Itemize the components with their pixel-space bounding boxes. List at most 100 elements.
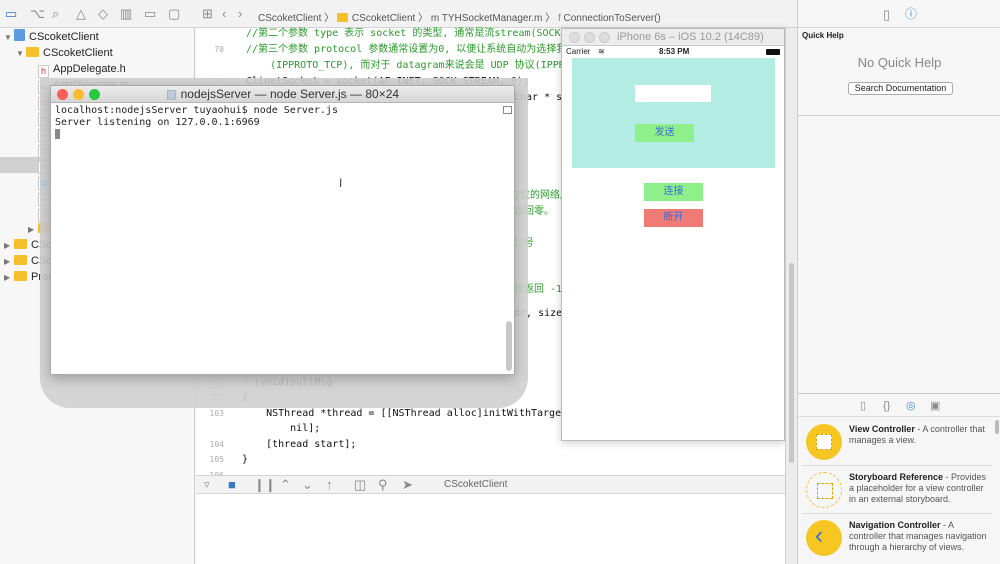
disclosure-icon[interactable]: ▶ [4,238,14,254]
step-out-icon[interactable]: ↑ [326,477,333,493]
step-over-icon[interactable]: ⌃ [280,477,291,493]
debug-bar: ▿ ■ ❙❙ ⌃ ⌄ ↑ ◫ ⚲ ➤ CScoketClient [196,475,797,494]
step-in-icon[interactable]: ⌄ [302,477,313,493]
search-documentation-button[interactable]: Search Documentation [848,82,953,95]
minimize-button[interactable] [73,89,84,100]
battery-icon [766,49,780,55]
terminal-line: localhost:nodejsServer tuyaohui$ node Se… [51,105,514,117]
view-debugger-icon[interactable]: ◫ [354,477,366,493]
message-input[interactable] [635,85,711,102]
source-control-icon[interactable]: ⌥ [30,6,45,22]
navigator-item[interactable]: ▼ CScoketClient [0,45,195,61]
library-scrollbar[interactable] [995,420,999,434]
navigator-item[interactable]: hAppDelegate.h [0,61,195,77]
object-library-icon[interactable]: ◎ [906,398,916,414]
warning-icon[interactable]: △ [76,6,86,22]
breakpoints-toggle-icon[interactable]: ■ [228,477,236,493]
message-panel: 发送 [572,58,775,168]
disclosure-icon[interactable]: ▶ [28,222,38,238]
code-text: //第二个参数 type 表示 socket 的类型, 通常是流stream(S… [242,28,609,39]
disclosure-icon[interactable]: ▶ [4,254,14,270]
folder-navigator-icon[interactable]: ▭ [5,6,17,22]
inspector-tabs: ▯ ⓘ [798,0,1000,28]
library-item[interactable]: Storyboard Reference - Provides a placeh… [802,468,992,514]
folder-icon [26,47,39,57]
wifi-icon: ≋ [598,46,605,58]
library-item[interactable]: View Controller - A controller that mana… [802,420,992,466]
breadcrumb-project[interactable]: CScoketClient [258,13,321,24]
send-button[interactable]: 发送 [635,124,694,142]
quick-help-title: Quick Help [802,31,844,40]
disconnect-button[interactable]: 断开 [644,209,703,227]
code-text: (IPPROTO_TCP), 而对于 datagram来说会是 UDP 协议(I… [242,60,613,71]
terminal-cursor [51,129,514,143]
folder-icon [14,239,27,249]
back-icon[interactable]: ‹ [222,6,226,22]
project-icon [14,29,25,41]
disclosure-icon[interactable]: ▼ [16,46,26,62]
forward-icon[interactable]: › [238,6,242,22]
terminal-title: nodejsServer — node Server.js — 80×24 [181,87,399,101]
code-text: [thread start]; [242,439,356,450]
breadcrumb: CScoketClient 〉 CScoketClient 〉 m TYHSoc… [258,9,661,24]
code-line: //第二个参数 type 表示 socket 的类型, 通常是流stream(S… [196,26,609,42]
terminal-scrollbar[interactable] [506,321,512,371]
code-text: } [242,454,248,465]
library-tabs: ▯ {} ◎ ▣ [798,393,1000,417]
search-icon[interactable]: ⌕ [52,6,59,22]
editor-scrollbar[interactable] [789,263,794,463]
simulator-title: iPhone 6s – iOS 10.2 (14C89) [617,31,764,43]
simulator-window[interactable]: iPhone 6s – iOS 10.2 (14C89) Carrier ≋ 8… [561,28,785,441]
folder-icon [14,271,27,281]
navigator-item-label: AppDelegate.h [53,63,126,75]
media-library-icon[interactable]: ▣ [930,398,940,414]
folder-icon [14,255,27,265]
test-icon[interactable]: ◇ [98,6,108,22]
terminal-line: Server listening on 127.0.0.1:6969 [51,117,514,129]
related-items-icon[interactable]: ⊞ [202,6,213,22]
navigator-item[interactable]: ▼ CScoketClient [0,29,195,45]
code-line: 105} [196,452,248,468]
navigator-item-label: CScoketClient [29,31,99,43]
disclosure-icon[interactable]: ▶ [4,270,14,286]
pause-icon[interactable]: ❙❙ [254,477,276,493]
breadcrumb-function[interactable]: ConnectionToServer() [564,13,661,24]
breadcrumb-file[interactable]: TYHSocketManager.m [442,13,543,24]
close-button[interactable] [57,89,68,100]
text-cursor-icon: I [339,176,342,190]
status-time: 8:53 PM [659,46,689,58]
zoom-button[interactable] [89,89,100,100]
debug-target[interactable]: CScoketClient [444,479,507,490]
folder-icon: ▨ [166,87,181,101]
carrier: Carrier [566,46,590,58]
quick-help-icon[interactable]: ⓘ [905,6,917,22]
file-template-icon[interactable]: ▯ [860,398,866,414]
library-item[interactable]: ‹Navigation Controller - A controller th… [802,516,992,562]
terminal-menu-icon[interactable] [503,106,512,114]
terminal-window[interactable]: ▨ nodejsServer — node Server.js — 80×24 … [50,85,515,375]
inspector-panel: ▯ ⓘ Quick Help No Quick Help Search Docu… [797,0,1000,564]
breakpoint-icon[interactable]: ▭ [144,6,156,22]
connect-button[interactable]: 连接 [644,183,703,201]
no-quick-help: No Quick Help [798,55,1000,70]
code-snippet-icon[interactable]: {} [883,398,890,414]
terminal-titlebar[interactable]: ▨ nodejsServer — node Server.js — 80×24 [51,86,514,103]
report-icon[interactable]: ▢ [168,6,180,22]
editor-gutter [785,28,797,564]
status-bar: Carrier ≋ 8:53 PM [562,46,784,58]
debug-icon[interactable]: ▥ [120,6,132,22]
memory-graph-icon[interactable]: ⚲ [378,477,388,493]
library-item-icon [806,424,842,460]
file-inspector-icon[interactable]: ▯ [883,7,890,23]
code-line: nil]; [196,421,320,437]
location-icon[interactable]: ➤ [402,477,413,493]
hide-debug-icon[interactable]: ▿ [204,477,210,493]
breadcrumb-group[interactable]: CScoketClient [352,13,415,24]
code-text: nil]; [242,423,320,434]
disclosure-icon[interactable]: ▼ [4,30,14,46]
navigator-item-label: CScoketClient [43,47,113,59]
simulator-titlebar[interactable]: iPhone 6s – iOS 10.2 (14C89) [562,29,784,46]
library-item-icon: ‹ [806,520,842,556]
code-line: (IPPROTO_TCP), 而对于 datagram来说会是 UDP 协议(I… [196,58,613,74]
code-line: 104 [thread start]; [196,437,356,453]
